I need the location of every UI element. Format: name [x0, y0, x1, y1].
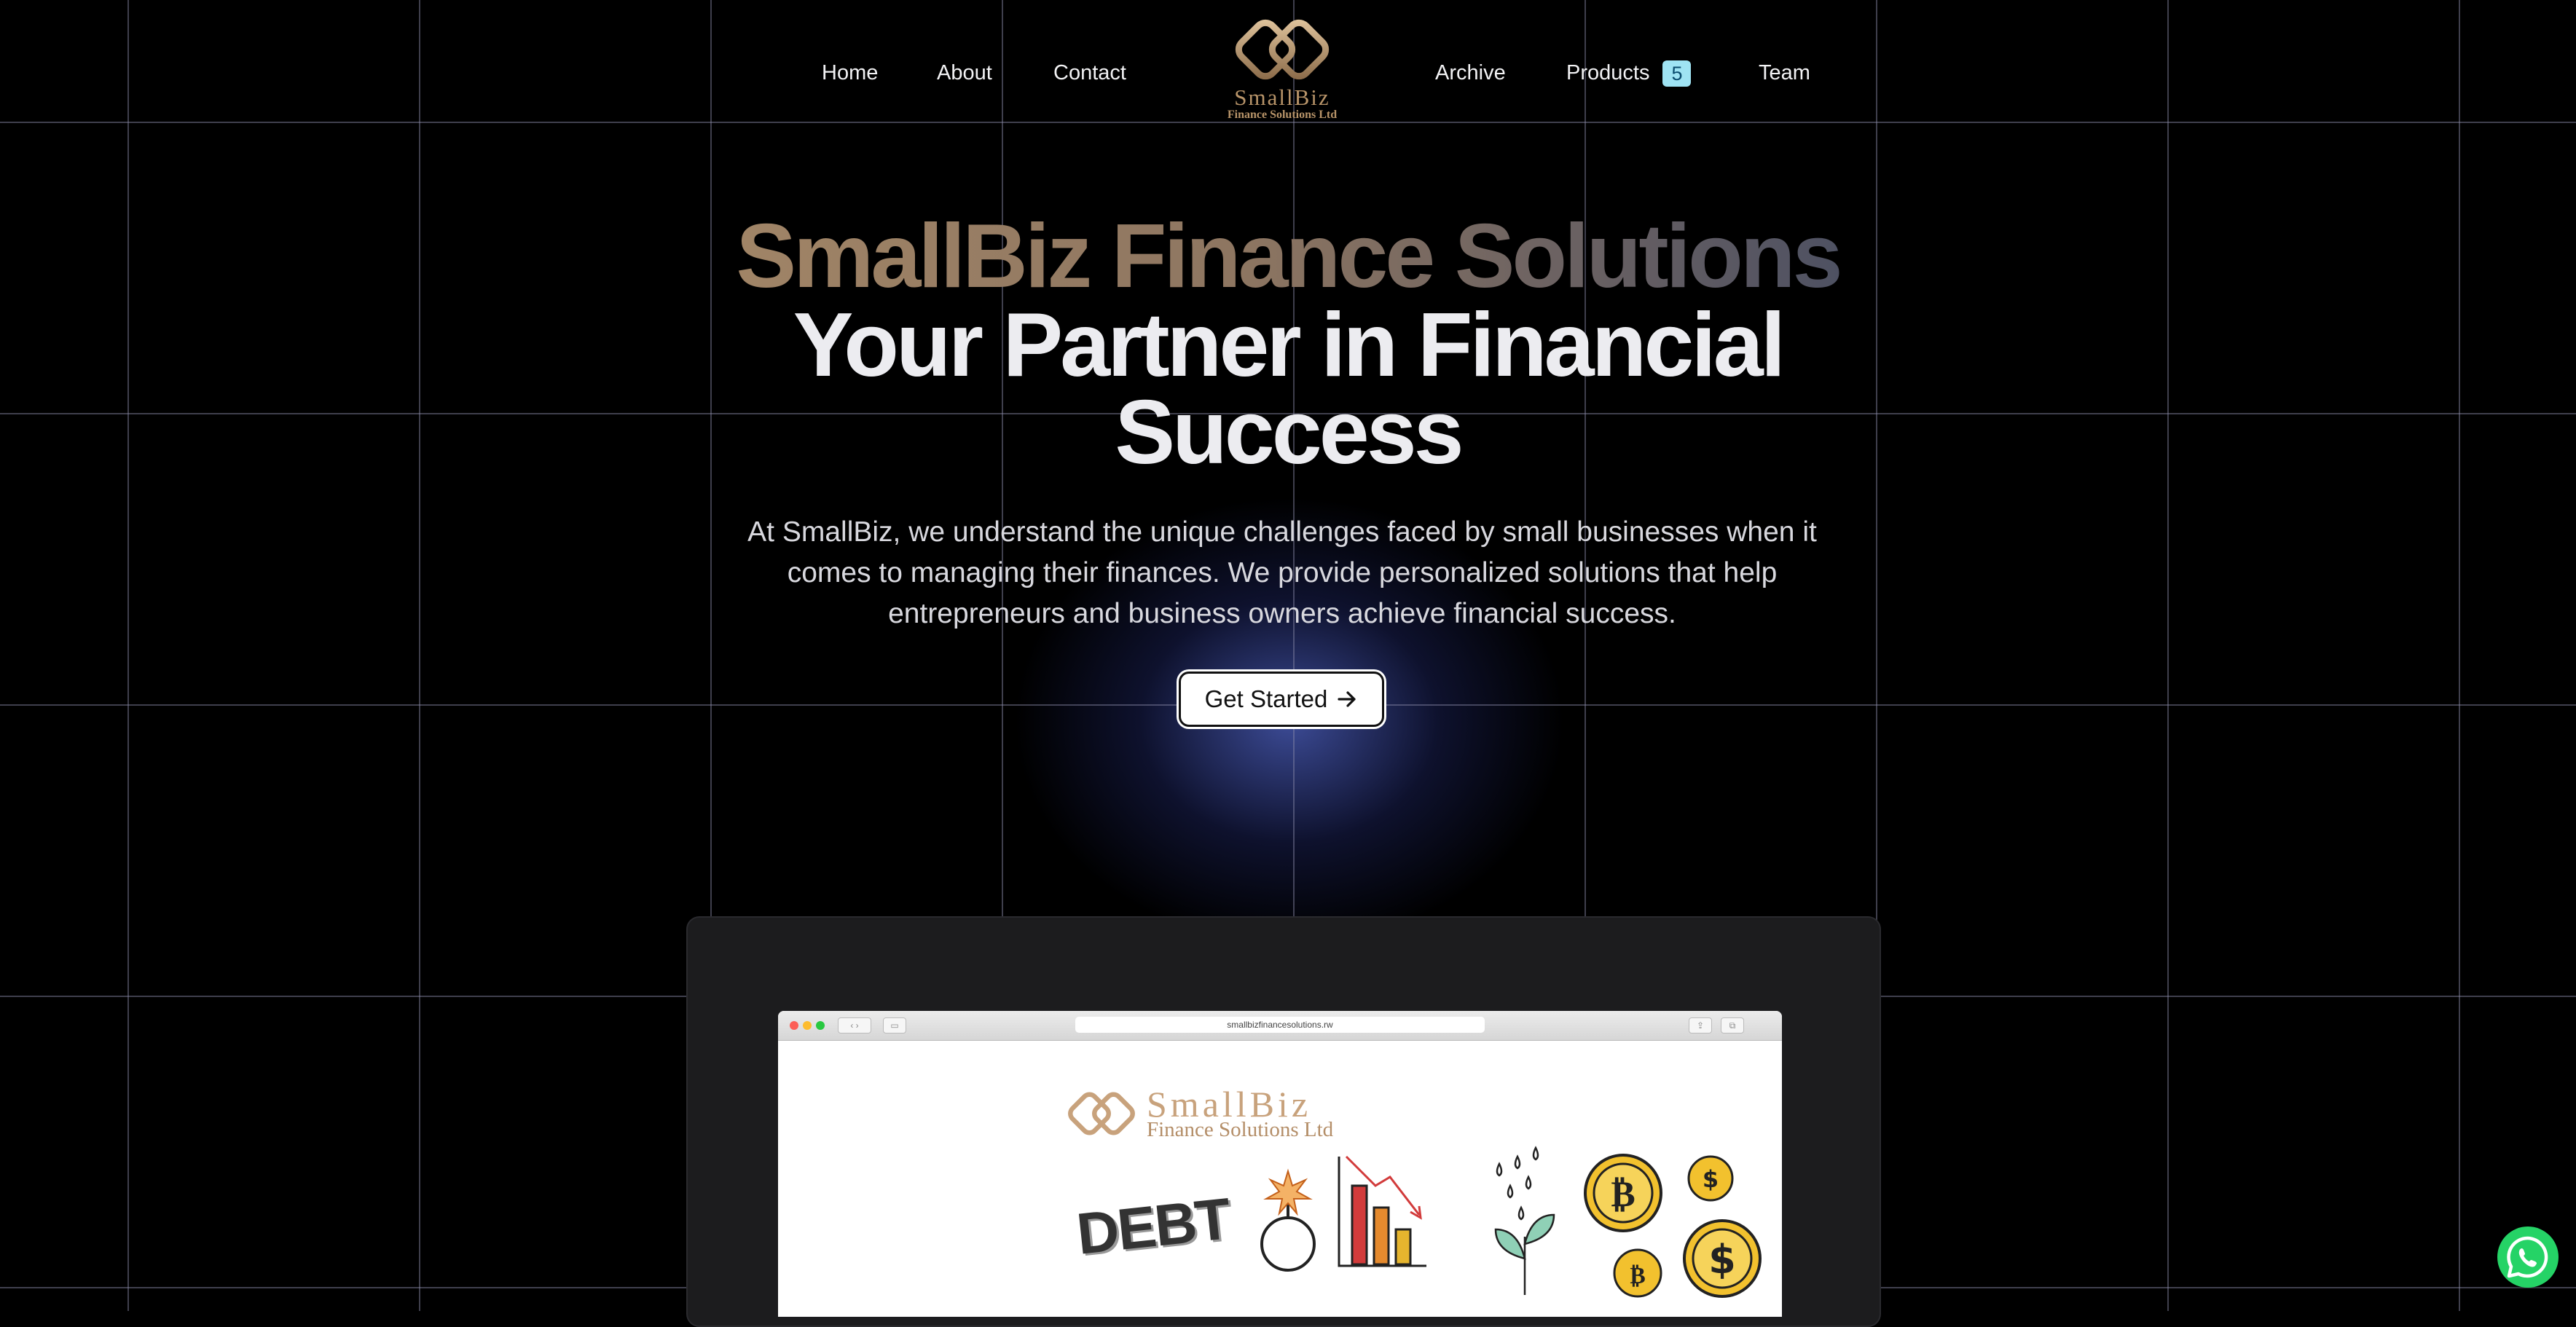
nav-contact-link[interactable]: Contact	[1053, 57, 1126, 89]
nav-home-link[interactable]: Home	[822, 57, 878, 89]
preview-logo-rings-icon	[1068, 1092, 1135, 1135]
nav-products-label: Products	[1566, 61, 1650, 84]
debt-illustration-text: DEBT	[1073, 1186, 1233, 1267]
logo-name: SmallBiz	[1234, 84, 1330, 110]
hero-description: At SmallBiz, we understand the unique ch…	[747, 516, 1817, 629]
finance-illustration: ₿ $ $ ₿	[1260, 1146, 1762, 1298]
browser-mockup: ‹ › ▭ smallbizfinancesolutions.rw ⇪ ⧉ Sm…	[778, 1011, 1782, 1317]
hero-section: SmallBiz Finance Solutions Your Partner …	[0, 206, 2576, 483]
logo-rings-icon	[1235, 19, 1330, 80]
svg-text:$: $	[1703, 1165, 1719, 1193]
sidebar-icon: ▭	[883, 1017, 906, 1033]
share-icon: ⇪	[1689, 1017, 1712, 1033]
get-started-button[interactable]: Get Started	[1179, 672, 1384, 727]
logo-subtitle: Finance Solutions Ltd	[1227, 109, 1338, 121]
plant-icon	[1494, 1146, 1555, 1295]
browser-url-bar: smallbizfinancesolutions.rw	[1075, 1017, 1485, 1033]
minimize-dot-icon	[803, 1021, 812, 1030]
nav-archive-link[interactable]: Archive	[1435, 57, 1506, 89]
whatsapp-icon	[2507, 1236, 2548, 1278]
preview-logo: SmallBiz Finance Solutions Ltd	[1067, 1084, 1334, 1141]
nav-about-link[interactable]: About	[937, 57, 992, 89]
maximize-dot-icon	[816, 1021, 825, 1030]
site-logo[interactable]: SmallBiz Finance Solutions Ltd	[1209, 16, 1355, 125]
arrow-right-icon	[1338, 691, 1356, 707]
get-started-label: Get Started	[1204, 685, 1328, 712]
nav-products-link[interactable]: Products 5	[1566, 57, 1692, 89]
svg-text:₿: ₿	[1630, 1261, 1645, 1289]
svg-text:₿: ₿	[1611, 1173, 1635, 1215]
close-dot-icon	[790, 1021, 798, 1030]
bomb-icon	[1260, 1168, 1316, 1272]
preview-logo-name: SmallBiz	[1147, 1084, 1312, 1125]
hero-brand-heading: SmallBiz Finance Solutions	[736, 206, 1842, 307]
browser-toolbar: ‹ › ▭ smallbizfinancesolutions.rw ⇪ ⧉	[778, 1011, 1782, 1041]
top-nav: Home About Contact SmallBiz Finance Solu…	[0, 0, 2576, 122]
nav-team-link[interactable]: Team	[1759, 57, 1810, 89]
preview-logo-subtitle: Finance Solutions Ltd	[1147, 1118, 1334, 1141]
back-forward-icon: ‹ ›	[838, 1017, 871, 1033]
declining-chart-icon	[1338, 1155, 1426, 1267]
svg-text:$: $	[1708, 1237, 1736, 1283]
bitcoin-coin-icon: ₿	[1584, 1154, 1662, 1232]
hero-tagline: Your Partner in Financial Success	[793, 295, 1786, 483]
whatsapp-chat-button[interactable]	[2497, 1226, 2559, 1288]
products-count-badge: 5	[1662, 60, 1692, 87]
tabs-icon: ⧉	[1721, 1017, 1744, 1033]
